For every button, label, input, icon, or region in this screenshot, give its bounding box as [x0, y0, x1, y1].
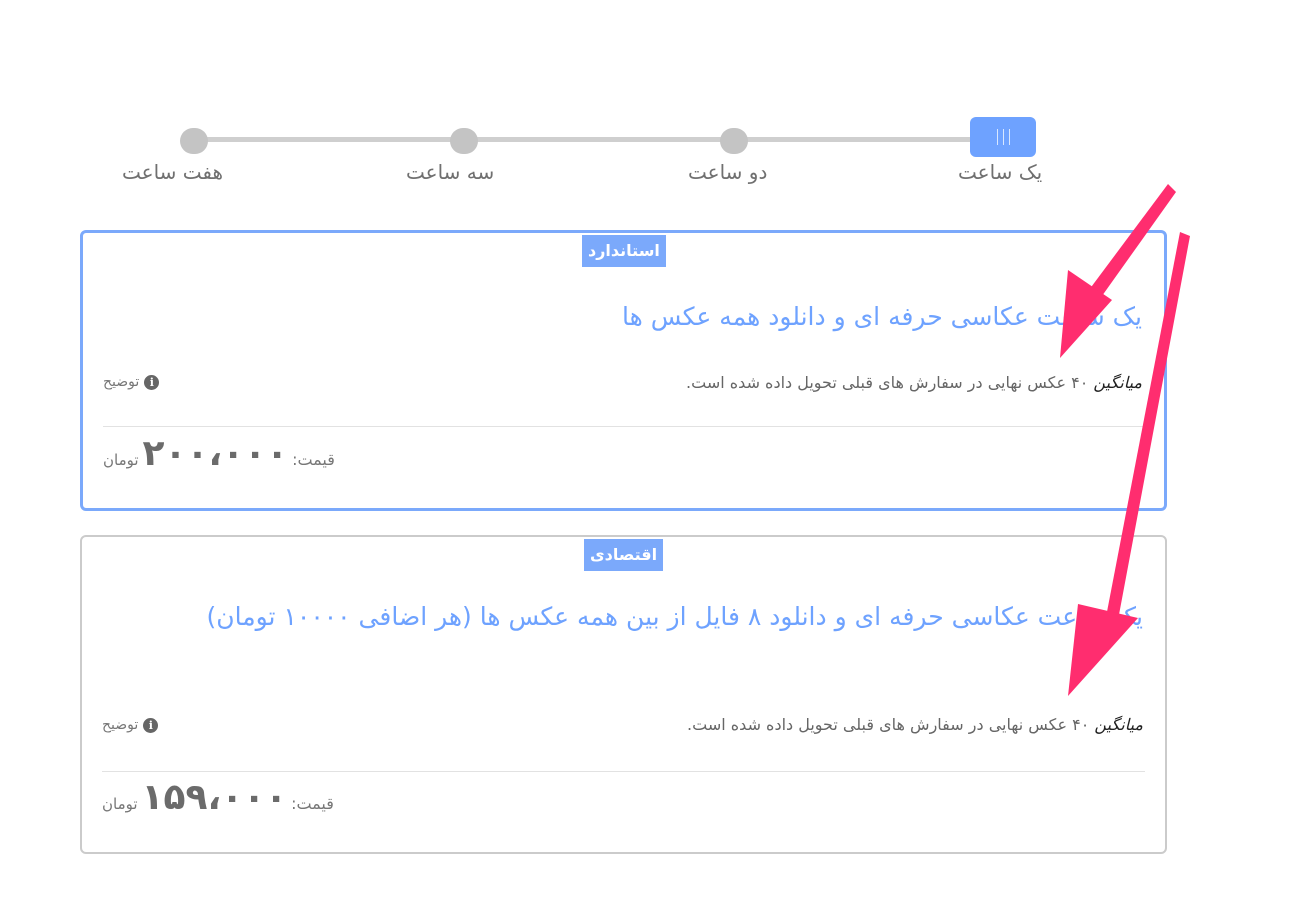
details-link[interactable]: i توضیح: [102, 717, 159, 733]
description-prefix: میانگین: [1094, 715, 1143, 734]
step-label-4[interactable]: هفت ساعت: [122, 160, 223, 184]
description-text: ۴۰ عکس نهایی در سفارش های قبلی تحویل داد…: [687, 715, 1090, 734]
plan-title: یک ساعت عکاسی حرفه ای و دانلود ۸ فایل از…: [206, 602, 1143, 631]
slider-stop-3[interactable]: [450, 128, 478, 154]
grip-lines-icon: [996, 129, 998, 145]
description-prefix: میانگین: [1093, 373, 1142, 392]
price-label: قیمت:: [292, 450, 335, 469]
description-text: ۴۰ عکس نهایی در سفارش های قبلی تحویل داد…: [686, 373, 1089, 392]
plan-card-standard[interactable]: استاندارد یک ساعت عکاسی حرفه ای و دانلود…: [80, 230, 1167, 511]
step-label-2[interactable]: دو ساعت: [688, 160, 767, 184]
details-label: توضیح: [102, 717, 139, 733]
step-label-3[interactable]: سه ساعت: [406, 160, 494, 184]
divider: [103, 426, 1144, 427]
plan-description: میانگین ۴۰ عکس نهایی در سفارش های قبلی ت…: [686, 373, 1142, 392]
price: قیمت: ۲۰۰،۰۰۰ تومان: [103, 433, 335, 474]
plan-badge: استاندارد: [582, 235, 666, 267]
price-label: قیمت:: [291, 794, 334, 813]
info-circle-icon: i: [144, 374, 160, 390]
price: قیمت: ۱۵۹،۰۰۰ تومان: [102, 777, 334, 818]
divider: [102, 771, 1145, 772]
price-value: ۱۵۹،۰۰۰: [141, 777, 288, 818]
currency-label: تومان: [102, 795, 138, 813]
slider-stop-2[interactable]: [720, 128, 748, 154]
details-link[interactable]: i توضیح: [103, 374, 160, 390]
plan-description: میانگین ۴۰ عکس نهایی در سفارش های قبلی ت…: [687, 715, 1143, 734]
plan-badge: اقتصادی: [584, 539, 664, 571]
plan-card-economy[interactable]: اقتصادی یک ساعت عکاسی حرفه ای و دانلود ۸…: [80, 535, 1167, 854]
slider-track[interactable]: [192, 137, 1004, 142]
info-circle-icon: i: [143, 717, 159, 733]
slider-handle[interactable]: [970, 117, 1036, 157]
currency-label: تومان: [103, 451, 139, 469]
slider-stop-4[interactable]: [180, 128, 208, 154]
details-label: توضیح: [103, 374, 140, 390]
plan-title: یک ساعت عکاسی حرفه ای و دانلود همه عکس ه…: [622, 302, 1142, 331]
price-value: ۲۰۰،۰۰۰: [142, 433, 289, 474]
step-label-1[interactable]: یک ساعت: [958, 160, 1042, 184]
